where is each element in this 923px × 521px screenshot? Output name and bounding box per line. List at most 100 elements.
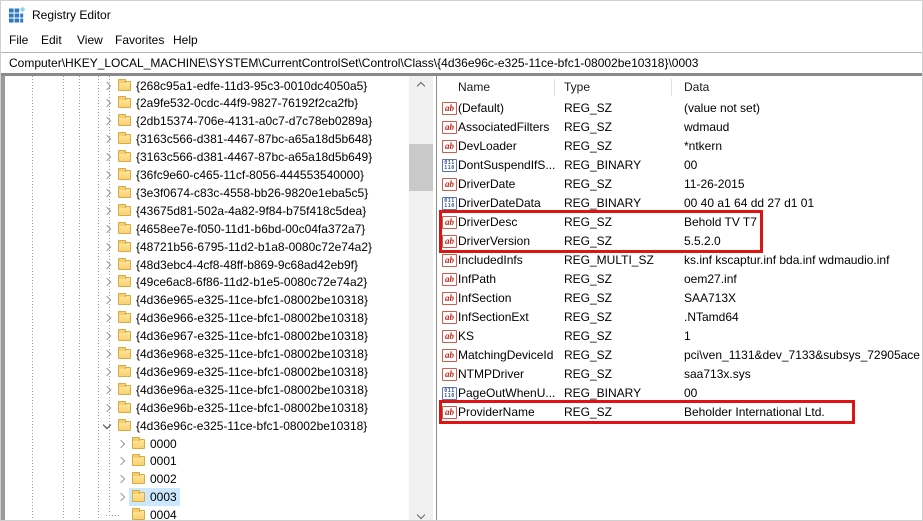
chevron-right-icon[interactable] xyxy=(117,439,125,447)
tree-node[interactable]: {4d36e965-e325-11ce-bfc1-08002be10318} xyxy=(115,291,371,309)
tree-node[interactable]: 0004 xyxy=(129,506,180,521)
chevron-right-icon[interactable] xyxy=(117,493,125,501)
tree-item-2a9fe532-0cdc-44f9-9827-76192f2ca2fb[interactable]: {2a9fe532-0cdc-44f9-9827-76192f2ca2fb} xyxy=(5,94,409,112)
tree-node[interactable]: 0001 xyxy=(129,452,180,470)
tree-node[interactable]: {49ce6ac8-6f86-11d2-b1e5-0080c72e74a2} xyxy=(115,273,370,291)
tree-node[interactable]: {48d3ebc4-4cf8-48ff-b869-9c68ad42eb9f} xyxy=(115,256,361,274)
tree-item-4d36e967-e325-11ce-bfc1-08002be10318[interactable]: {4d36e967-e325-11ce-bfc1-08002be10318} xyxy=(5,327,409,345)
tree-item-48d3ebc4-4cf8-48ff-b869-9c68ad42eb9f[interactable]: {48d3ebc4-4cf8-48ff-b869-9c68ad42eb9f} xyxy=(5,256,409,274)
value-row-DriverDateData[interactable]: 011110DriverDateDataREG_BINARY00 40 a1 6… xyxy=(438,194,923,213)
tree-item-3e3f0674-c83c-4558-bb26-9820e1eba5c5[interactable]: {3e3f0674-c83c-4558-bb26-9820e1eba5c5} xyxy=(5,184,409,202)
tree-item-3163c566-d381-4467-87bc-a65a18d5b649[interactable]: {3163c566-d381-4467-87bc-a65a18d5b649} xyxy=(5,148,409,166)
tree-item-0003[interactable]: 0003 xyxy=(5,488,409,506)
tree-item-4658ee7e-f050-11d1-b6bd-00c04fa372a7[interactable]: {4658ee7e-f050-11d1-b6bd-00c04fa372a7} xyxy=(5,220,409,238)
value-row-DriverDesc[interactable]: abDriverDescREG_SZBehold TV T7 xyxy=(438,213,923,232)
tree-node[interactable]: {4d36e96a-e325-11ce-bfc1-08002be10318} xyxy=(115,381,371,399)
tree-node[interactable]: {36fc9e60-c465-11cf-8056-444553540000} xyxy=(115,166,367,184)
tree-item-0004[interactable]: 0004 xyxy=(5,506,409,521)
value-row-KS[interactable]: abKSREG_SZ1 xyxy=(438,327,923,346)
tree-item-4d36e968-e325-11ce-bfc1-08002be10318[interactable]: {4d36e968-e325-11ce-bfc1-08002be10318} xyxy=(5,345,409,363)
tree-node[interactable]: {3e3f0674-c83c-4558-bb26-9820e1eba5c5} xyxy=(115,184,371,202)
value-row-InfPath[interactable]: abInfPathREG_SZoem27.inf xyxy=(438,270,923,289)
chevron-right-icon[interactable] xyxy=(103,135,111,143)
chevron-right-icon[interactable] xyxy=(103,224,111,232)
value-row-InfSectionExt[interactable]: abInfSectionExtREG_SZ.NTamd64 xyxy=(438,308,923,327)
column-header-type[interactable]: Type xyxy=(564,76,590,98)
column-separator[interactable] xyxy=(671,79,672,96)
chevron-down-icon[interactable] xyxy=(103,420,111,428)
tree-item-49ce6ac8-6f86-11d2-b1e5-0080c72e74a2[interactable]: {49ce6ac8-6f86-11d2-b1e5-0080c72e74a2} xyxy=(5,273,409,291)
menu-favorites[interactable]: Favorites xyxy=(115,29,164,52)
chevron-right-icon[interactable] xyxy=(103,260,111,268)
tree-item-4d36e96a-e325-11ce-bfc1-08002be10318[interactable]: {4d36e96a-e325-11ce-bfc1-08002be10318} xyxy=(5,381,409,399)
tree-node[interactable]: {4658ee7e-f050-11d1-b6bd-00c04fa372a7} xyxy=(115,220,368,238)
tree-node-selected[interactable]: 0003 xyxy=(129,488,180,506)
menu-help[interactable]: Help xyxy=(173,29,198,52)
tree-item-36fc9e60-c465-11cf-8056-444553540000[interactable]: {36fc9e60-c465-11cf-8056-444553540000} xyxy=(5,166,409,184)
tree-node[interactable]: {4d36e966-e325-11ce-bfc1-08002be10318} xyxy=(115,309,371,327)
column-header-data[interactable]: Data xyxy=(684,76,709,98)
tree-node[interactable]: 0000 xyxy=(129,435,180,453)
tree-node[interactable]: 0002 xyxy=(129,470,180,488)
value-row-AssociatedFilters[interactable]: abAssociatedFiltersREG_SZwdmaud xyxy=(438,118,923,137)
chevron-right-icon[interactable] xyxy=(103,386,111,394)
tree-item-4d36e969-e325-11ce-bfc1-08002be10318[interactable]: {4d36e969-e325-11ce-bfc1-08002be10318} xyxy=(5,363,409,381)
chevron-right-icon[interactable] xyxy=(103,207,111,215)
value-row-MatchingDeviceId[interactable]: abMatchingDeviceIdREG_SZpci\ven_1131&dev… xyxy=(438,346,923,365)
chevron-right-icon[interactable] xyxy=(103,350,111,358)
value-row-ProviderName[interactable]: abProviderNameREG_SZBeholder Internation… xyxy=(438,403,923,422)
chevron-right-icon[interactable] xyxy=(103,171,111,179)
tree-vertical-scrollbar[interactable] xyxy=(409,76,433,521)
tree-node[interactable]: {4d36e96b-e325-11ce-bfc1-08002be10318} xyxy=(115,399,371,417)
address-bar[interactable]: Computer\HKEY_LOCAL_MACHINE\SYSTEM\Curre… xyxy=(1,52,922,76)
tree-node[interactable]: {43675d81-502a-4a82-9f84-b75f418c5dea} xyxy=(115,202,369,220)
registry-tree-pane[interactable]: {268c95a1-edfe-11d3-95c3-0010dc4050a5}{2… xyxy=(5,76,409,521)
tree-item-2db15374-706e-4131-a0c7-d7c78eb0289a[interactable]: {2db15374-706e-4131-a0c7-d7c78eb0289a} xyxy=(5,112,409,130)
tree-node[interactable]: {3163c566-d381-4467-87bc-a65a18d5b648} xyxy=(115,130,375,148)
value-row-InfSection[interactable]: abInfSectionREG_SZSAA713X xyxy=(438,289,923,308)
value-row-Default[interactable]: ab(Default)REG_SZ(value not set) xyxy=(438,99,923,118)
value-row-PageOutWhenU[interactable]: 011110PageOutWhenU...REG_BINARY00 xyxy=(438,384,923,403)
scroll-up-icon[interactable] xyxy=(417,82,425,90)
tree-node[interactable]: {4d36e967-e325-11ce-bfc1-08002be10318} xyxy=(115,327,371,345)
tree-item-3163c566-d381-4467-87bc-a65a18d5b648[interactable]: {3163c566-d381-4467-87bc-a65a18d5b648} xyxy=(5,130,409,148)
column-header-name[interactable]: Name xyxy=(458,76,490,98)
chevron-right-icon[interactable] xyxy=(103,314,111,322)
chevron-right-icon[interactable] xyxy=(117,457,125,465)
tree-item-43675d81-502a-4a82-9f84-b75f418c5dea[interactable]: {43675d81-502a-4a82-9f84-b75f418c5dea} xyxy=(5,202,409,220)
tree-item-4d36e966-e325-11ce-bfc1-08002be10318[interactable]: {4d36e966-e325-11ce-bfc1-08002be10318} xyxy=(5,309,409,327)
value-row-DevLoader[interactable]: abDevLoaderREG_SZ*ntkern xyxy=(438,137,923,156)
tree-node[interactable]: {4d36e96c-e325-11ce-bfc1-08002be10318} xyxy=(115,417,370,435)
chevron-right-icon[interactable] xyxy=(103,332,111,340)
address-path[interactable]: Computer\HKEY_LOCAL_MACHINE\SYSTEM\Curre… xyxy=(9,53,698,73)
tree-item-0000[interactable]: 0000 xyxy=(5,435,409,453)
tree-item-4d36e965-e325-11ce-bfc1-08002be10318[interactable]: {4d36e965-e325-11ce-bfc1-08002be10318} xyxy=(5,291,409,309)
tree-node[interactable]: {48721b56-6795-11d2-b1a8-0080c72e74a2} xyxy=(115,238,375,256)
tree-node[interactable]: {268c95a1-edfe-11d3-95c3-0010dc4050a5} xyxy=(115,77,370,95)
value-row-DriverVersion[interactable]: abDriverVersionREG_SZ5.5.2.0 xyxy=(438,232,923,251)
chevron-right-icon[interactable] xyxy=(103,99,111,107)
chevron-right-icon[interactable] xyxy=(103,117,111,125)
tree-node[interactable]: {3163c566-d381-4467-87bc-a65a18d5b649} xyxy=(115,148,375,166)
tree-node[interactable]: {2db15374-706e-4131-a0c7-d7c78eb0289a} xyxy=(115,112,375,130)
value-row-DontSuspendIfS[interactable]: 011110DontSuspendIfS...REG_BINARY00 xyxy=(438,156,923,175)
chevron-right-icon[interactable] xyxy=(103,278,111,286)
menu-edit[interactable]: Edit xyxy=(41,29,62,52)
tree-item-4d36e96b-e325-11ce-bfc1-08002be10318[interactable]: {4d36e96b-e325-11ce-bfc1-08002be10318} xyxy=(5,399,409,417)
tree-item-0001[interactable]: 0001 xyxy=(5,452,409,470)
tree-item-48721b56-6795-11d2-b1a8-0080c72e74a2[interactable]: {48721b56-6795-11d2-b1a8-0080c72e74a2} xyxy=(5,238,409,256)
menu-view[interactable]: View xyxy=(77,29,103,52)
scrollbar-thumb[interactable] xyxy=(409,144,433,191)
chevron-right-icon[interactable] xyxy=(103,296,111,304)
value-row-IncludedInfs[interactable]: abIncludedInfsREG_MULTI_SZks.inf kscaptu… xyxy=(438,251,923,270)
tree-node[interactable]: {2a9fe532-0cdc-44f9-9827-76192f2ca2fb} xyxy=(115,94,361,112)
chevron-right-icon[interactable] xyxy=(103,81,111,89)
tree-node[interactable]: {4d36e969-e325-11ce-bfc1-08002be10318} xyxy=(115,363,371,381)
chevron-right-icon[interactable] xyxy=(103,368,111,376)
chevron-right-icon[interactable] xyxy=(103,153,111,161)
values-list-pane[interactable]: Name Type Data ab(Default)REG_SZ(value n… xyxy=(438,76,923,521)
chevron-right-icon[interactable] xyxy=(103,403,111,411)
tree-item-4d36e96c-e325-11ce-bfc1-08002be10318[interactable]: {4d36e96c-e325-11ce-bfc1-08002be10318} xyxy=(5,417,409,435)
column-separator[interactable] xyxy=(554,79,555,96)
pane-splitter[interactable] xyxy=(436,76,437,521)
